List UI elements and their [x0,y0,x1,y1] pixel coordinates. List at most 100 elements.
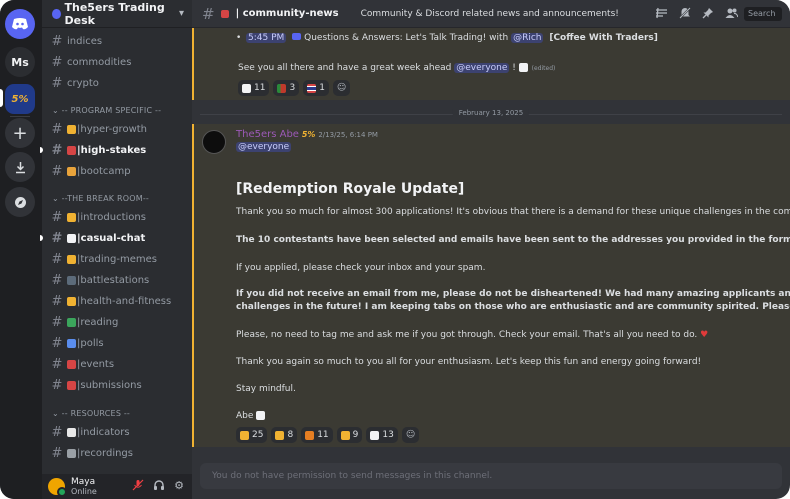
paragraph-1: Thank you so much for almost 300 applica… [236,207,790,217]
paragraph-5-text: Please, no need to tag me and ask me if … [236,330,698,340]
reaction-flag-thailand[interactable]: 1 [303,80,329,96]
user-name: Maya [71,476,96,487]
add-reaction-button[interactable]: ☺ [401,427,420,443]
channel-reading[interactable]: # |reading [50,312,188,332]
guild-header[interactable]: The5ers Trading Desk ▾ [42,0,192,28]
channel-label: |high-stakes [77,144,147,156]
threads-icon[interactable] [655,7,668,22]
channel-commodities[interactable]: # commodities [50,52,188,72]
pray-emoji-icon [275,430,285,440]
reaction-pray[interactable]: 8 [271,427,298,443]
category-label: -- PROGRAM SPECIFIC -- [61,106,162,115]
channel-introductions[interactable]: # |introductions [50,207,188,227]
channel-label: |polls [77,337,104,349]
settings-gear-icon[interactable]: ⚙ [174,479,184,494]
event-tail: [Coffee With Traders] [549,33,658,43]
channel-label: |submissions [77,379,142,391]
channel-hash-icon: # [51,356,63,372]
reaction-the5ers[interactable]: 13 [366,427,398,443]
event-time: 5:45 PM [246,33,287,43]
channel-indicators[interactable]: # |indicators [50,422,188,442]
exclamation-text: ! [512,63,516,73]
reaction-thumbs-up[interactable]: 25 [236,427,268,443]
channel-polls[interactable]: # |polls [50,333,188,353]
member-list-icon[interactable] [725,7,739,22]
channel-events[interactable]: # |events [50,354,188,374]
server-the5ers[interactable]: 5% [5,84,35,114]
mention-rich[interactable]: @Rich [511,33,544,43]
reactions-previous: 11 3 1 ☺ [238,80,351,96]
edited-label: (edited) [531,65,556,72]
reaction-the5ers[interactable]: 11 [238,80,270,96]
channel-hash-icon: # [202,4,215,23]
channel-hash-icon: # [51,33,63,49]
the5ers-emoji-icon [242,83,251,93]
channel-label: crypto [67,77,99,89]
category-program-specific[interactable]: ⌄ -- PROGRAM SPECIFIC -- [52,106,161,115]
wave-emoji-icon [67,212,76,222]
channel-trading-memes[interactable]: # |trading-memes [50,249,188,269]
channel-label: |events [77,358,115,370]
mute-mic-icon[interactable] [132,479,144,494]
user-status: Online [71,486,97,496]
headphones-icon[interactable] [153,479,165,494]
channel-casual-chat[interactable]: # |casual-chat [50,228,188,248]
channel-health-and-fitness[interactable]: # |health-and-fitness [50,291,188,311]
channel-recordings[interactable]: # |recordings [50,443,188,463]
channel-hash-icon: # [51,230,63,246]
pinned-messages-icon[interactable] [702,7,714,22]
explore-icon[interactable] [5,187,35,217]
channel-bootcamp[interactable]: # |bootcamp [50,161,188,181]
channel-indices[interactable]: # indices [50,31,188,51]
channel-label: |health-and-fitness [77,295,172,307]
author-name[interactable]: The5ers Abe [236,129,299,140]
channel-crypto[interactable]: # crypto [50,73,188,93]
fire-emoji-icon [305,430,315,440]
paragraph-6: Thank you again so much to you all for y… [236,357,702,367]
reaction-count: 13 [382,430,394,440]
paragraph-2: The 10 contestants have been selected an… [236,235,790,245]
category-break-room[interactable]: ⌄ --THE BREAK ROOM-- [52,194,149,203]
category-resources[interactable]: ⌄ -- RESOURCES -- [52,409,130,418]
discord-home-icon[interactable] [5,9,35,39]
message-composer[interactable]: You do not have permission to send messa… [200,463,782,489]
muscle-emoji-icon [340,430,350,440]
channel-hyper-growth[interactable]: # |hyper-growth [50,119,188,139]
channel-topic[interactable]: Community & Discord related news and ann… [361,9,619,19]
message-header: The5ers Abe 5% 2/13/25, 6:14 PM [236,129,378,140]
search-input[interactable]: Search [744,7,782,21]
avatar[interactable] [48,478,67,497]
download-icon[interactable] [5,152,35,182]
reaction-count: 9 [352,430,359,440]
server-ms[interactable]: Ms [5,47,35,77]
header-toolbar [655,7,739,22]
mention-everyone[interactable]: @everyone [236,142,292,152]
bar-chart-emoji-icon [67,338,76,348]
event-line: 5:45 PM Questions & Answers: Let's Talk … [246,33,658,43]
the5ers-logo-text: 5% [11,93,29,105]
reaction-fire[interactable]: 11 [301,427,333,443]
speech-bubble-emoji-icon [67,233,76,243]
mention-everyone[interactable]: @everyone [454,63,510,73]
notification-muted-icon[interactable] [679,7,691,22]
discord-emoji-icon [292,33,302,40]
user-info[interactable]: Maya Online [71,477,97,497]
reaction-count: 11 [317,430,329,440]
reaction-muscle[interactable]: 9 [336,427,363,443]
message-list: • 5:45 PM Questions & Answers: Let's Tal… [192,28,790,461]
channel-hash-icon: # [51,272,63,288]
reaction-count: 11 [254,83,266,93]
muscle-emoji-icon [67,296,76,306]
reaction-flag-portugal[interactable]: 3 [273,80,300,96]
author-badge: 5% [301,130,316,139]
computer-emoji-icon [67,275,76,285]
channel-label: |hyper-growth [77,123,147,135]
smile-icon: ☺ [336,83,347,93]
channel-battlestations[interactable]: # |battlestations [50,270,188,290]
channel-label: |casual-chat [77,232,146,244]
add-reaction-button[interactable]: ☺ [332,80,351,96]
add-server-icon[interactable]: + [5,118,35,148]
author-avatar[interactable] [202,130,226,154]
channel-high-stakes[interactable]: # |high-stakes [50,140,188,160]
channel-submissions[interactable]: # |submissions [50,375,188,395]
